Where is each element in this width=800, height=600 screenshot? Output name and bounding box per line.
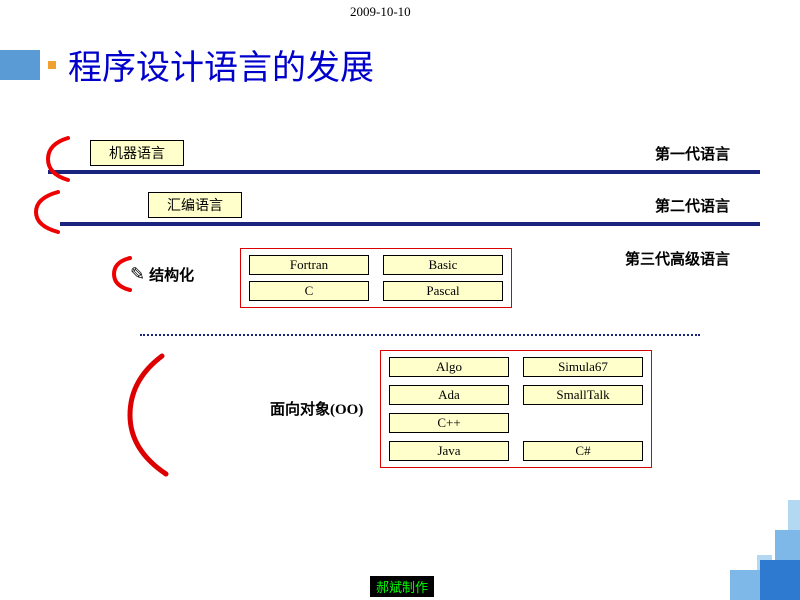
lang-box: Algo <box>389 357 509 377</box>
content-area: 机器语言 第一代语言 汇编语言 第二代语言 第三代高级语言 ✎ 结构化 Fort… <box>0 140 800 350</box>
page-title: 程序设计语言的发展 <box>68 40 374 89</box>
gen2-lang-box: 汇编语言 <box>148 192 242 218</box>
oo-label: 面向对象(OO) <box>270 398 363 419</box>
gen1-lang-box: 机器语言 <box>90 140 184 166</box>
lang-box: Fortran <box>249 255 369 275</box>
struct-langs-grid: Fortran Basic C Pascal <box>249 255 503 301</box>
lang-box: Ada <box>389 385 509 405</box>
footer-credit: 郝斌制作 <box>370 576 434 597</box>
title-bar: 程序设计语言的发展 <box>0 40 374 89</box>
lang-box: C <box>249 281 369 301</box>
oo-langs-grid: Algo Simula67 Ada SmallTalk C++ Java C# <box>389 357 643 461</box>
gen2-label: 第二代语言 <box>655 195 730 216</box>
generation-1-row: 机器语言 第一代语言 <box>0 140 800 166</box>
generation-2-row: 汇编语言 第二代语言 <box>0 192 800 218</box>
gen1-label: 第一代语言 <box>655 143 730 164</box>
lang-box: Basic <box>383 255 503 275</box>
lang-box: SmallTalk <box>523 385 643 405</box>
gen3-label: 第三代高级语言 <box>625 248 730 269</box>
lang-box: C# <box>523 441 643 461</box>
lang-box: Java <box>389 441 509 461</box>
lang-box: C++ <box>389 413 509 433</box>
struct-langs-frame: Fortran Basic C Pascal <box>240 248 512 308</box>
lang-box: Pascal <box>383 281 503 301</box>
struct-label-area: ✎ 结构化 <box>130 264 194 285</box>
lang-box: Simula67 <box>523 357 643 377</box>
divider-line <box>60 222 760 226</box>
date-label: 2009-10-10 <box>350 4 411 20</box>
pencil-icon: ✎ <box>130 264 145 285</box>
struct-label: 结构化 <box>149 264 194 285</box>
title-decor-bullet <box>48 61 56 69</box>
title-decor-block <box>0 50 40 80</box>
divider-line <box>48 170 760 174</box>
red-bracket-icon <box>120 350 180 480</box>
dotted-divider <box>140 334 700 336</box>
oo-langs-frame: Algo Simula67 Ada SmallTalk C++ Java C# <box>380 350 652 468</box>
